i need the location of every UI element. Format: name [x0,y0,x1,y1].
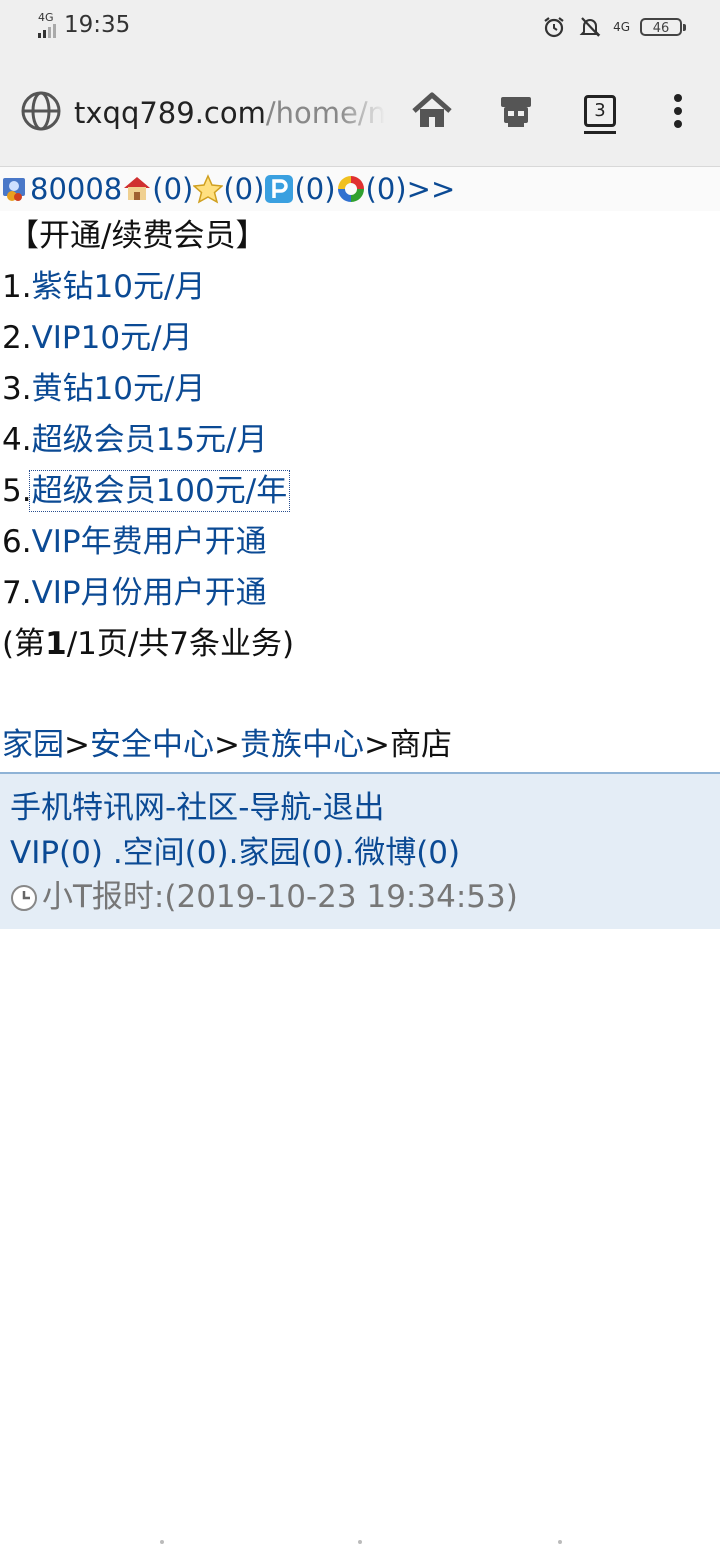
item-number: 5. [2,473,32,509]
item-number: 3. [2,371,32,407]
site-footer: 手机特讯网-社区-导航-退出 VIP(0) .空间(0).家园(0).微博(0)… [0,772,720,929]
globe-icon[interactable] [20,90,62,132]
footer-community-link[interactable]: 社区 [176,790,238,826]
item-link-super-member-monthly[interactable]: 超级会员15元/月 [32,422,268,458]
list-item: 2.VIP10元/月 [0,313,720,364]
item-number: 6. [2,524,32,560]
home-icon [412,92,452,127]
home-count[interactable]: (0) [152,172,193,206]
more-link[interactable]: >> [407,172,456,206]
colorful-circle-icon[interactable] [336,174,366,204]
page-content: 80008 (0) (0) (0) (0) >> 【开通/续费会员】 1.紫钻1… [0,167,720,929]
p-badge-icon[interactable] [264,174,294,204]
item-number: 4. [2,422,32,458]
home-icon[interactable] [122,174,152,204]
item-link-purple-diamond[interactable]: 紫钻10元/月 [32,269,206,305]
list-item: 3.黄钻10元/月 [0,364,720,415]
footer-nav-link[interactable]: 导航 [249,790,311,826]
star-count[interactable]: (0) [223,172,264,206]
reader-mode-button[interactable] [492,87,540,135]
time-report-text: 小T报时:(2019-10-23 19:34:53) [42,879,518,915]
more-vert-icon [674,94,682,128]
breadcrumb-noble[interactable]: 贵族中心 [240,727,364,763]
footer-space-link[interactable]: .空间(0) [113,835,229,871]
item-number: 7. [2,575,32,611]
status-bar: 4G 19:35 4G 46 [0,0,720,56]
cell-signal-icon: 4G [38,12,56,38]
breadcrumb: 家园>安全中心>贵族中心>商店 [0,720,720,770]
breadcrumb-current: 商店 [389,727,452,763]
list-item: 6.VIP年费用户开通 [0,517,720,568]
item-number: 1. [2,269,32,305]
network-type-right: 4G [613,19,630,34]
item-link-vip-monthly[interactable]: VIP10元/月 [32,320,193,356]
footer-home-link[interactable]: .家园(0) [229,835,345,871]
mute-bell-icon [577,14,603,40]
footer-logout-link[interactable]: 退出 [323,790,385,826]
status-right: 4G 46 [541,14,686,40]
breadcrumb-sep: > [363,727,390,763]
battery-indicator: 46 [640,18,686,36]
section-title: 【开通/续费会员】 [8,218,267,254]
menu-button[interactable] [654,87,702,135]
pager-suffix: /1页/共7条业务) [66,626,295,662]
breadcrumb-sep: > [64,727,90,763]
network-type-label: 4G [38,11,54,24]
item-link-vip-annual[interactable]: VIP年费用户开通 [32,524,267,560]
item-link-yellow-diamond[interactable]: 黄钻10元/月 [32,371,206,407]
p-count[interactable]: (0) [294,172,335,206]
footer-weibo-link[interactable]: .微博(0) [344,835,460,871]
list-item: 7.VIP月份用户开通 [0,568,720,619]
browser-toolbar: txqq789.com/home/nc 3 [0,56,720,167]
list-item: 1.紫钻10元/月 [0,262,720,313]
footer-nav: 手机特讯网-社区-导航-退出 [10,786,720,831]
item-link-vip-monthly-user[interactable]: VIP月份用户开通 [32,575,267,611]
footer-dash: - [311,790,323,826]
clock: 19:35 [64,12,131,38]
current-page: 1 [45,626,67,662]
breadcrumb-security[interactable]: 安全中心 [90,727,214,763]
tabs-button[interactable]: 3 [576,87,624,135]
pager-prefix: (第 [2,626,46,662]
gesture-bar [0,1536,720,1544]
footer-dash: - [165,790,177,826]
pagination-info: (第1/1页/共7条业务) [0,619,720,670]
footer-site-link[interactable]: 手机特讯网 [10,790,165,826]
footer-counts: VIP(0) .空间(0).家园(0).微博(0) [10,831,720,876]
url-path: /home/nc [265,96,386,130]
footer-vip-link[interactable]: VIP(0) [10,835,103,871]
breadcrumb-sep: > [213,727,240,763]
alarm-icon [541,14,567,40]
item-link-super-member-yearly[interactable]: 超级会员100元/年 [28,470,291,512]
item-number: 2. [2,320,32,356]
footer-dash: - [238,790,250,826]
user-bar: 80008 (0) (0) (0) (0) >> [0,167,720,211]
footer-time: 小T报时:(2019-10-23 19:34:53) [10,876,720,919]
clock-icon [11,884,37,911]
home-button[interactable] [408,87,456,135]
breadcrumb-home[interactable]: 家园 [2,727,64,763]
circle-count[interactable]: (0) [366,172,407,206]
url-host: txqq789.com [74,96,266,130]
list-item: 4.超级会员15元/月 [0,415,720,466]
star-icon[interactable] [192,174,225,204]
user-avatar-icon[interactable] [0,174,30,204]
tab-count: 3 [584,95,616,134]
robot-icon [501,97,531,127]
url-field[interactable]: txqq789.com/home/nc [74,93,386,133]
list-item: 5.超级会员100元/年 [0,466,720,517]
user-id-link[interactable]: 80008 [30,172,122,206]
status-left: 4G 19:35 [38,10,130,40]
